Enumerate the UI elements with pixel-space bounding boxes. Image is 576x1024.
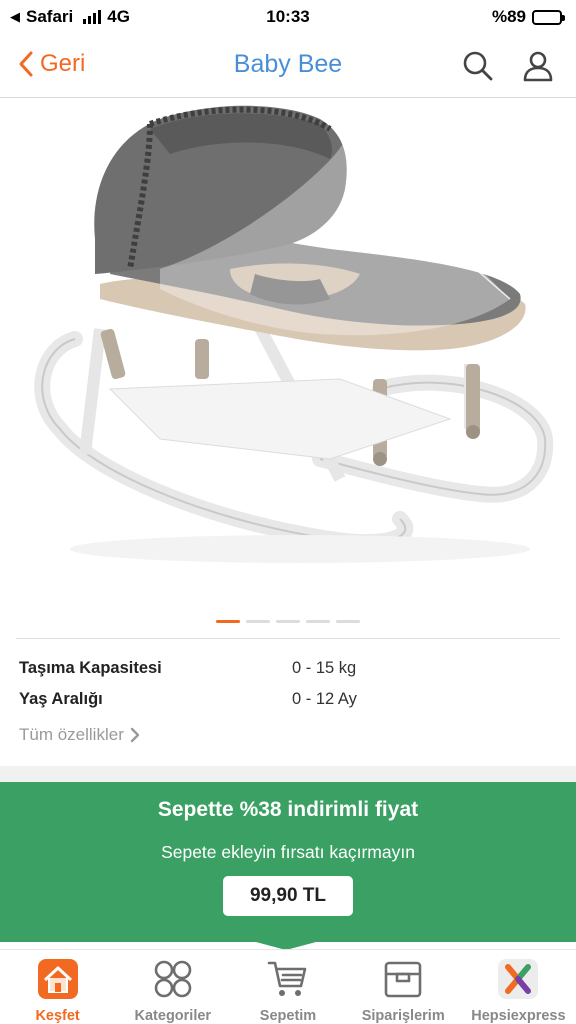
search-button[interactable] [460, 48, 496, 84]
home-icon [37, 958, 79, 1000]
user-icon [523, 51, 553, 82]
account-button[interactable] [520, 48, 556, 84]
tab-hepsiexpress[interactable]: Hepsiexpress [461, 950, 576, 1024]
orders-box-icon [382, 958, 424, 1000]
section-separator [0, 766, 576, 782]
back-button[interactable]: Geri [18, 50, 85, 78]
carousel-indicator[interactable] [0, 620, 576, 623]
carousel-dot[interactable] [336, 620, 360, 623]
status-bar: ◀ Safari 4G 10:33 %89 [0, 0, 576, 34]
divider [16, 638, 560, 639]
carousel-dot[interactable] [276, 620, 300, 623]
spec-label: Taşıma Kapasitesi [19, 659, 162, 677]
spec-value: 0 - 12 Ay [292, 690, 357, 708]
back-label: Geri [40, 50, 86, 77]
tab-label: Kategoriler [134, 1008, 212, 1024]
tab-siparislerim[interactable]: Siparişlerim [346, 950, 461, 1024]
chevron-right-icon [130, 727, 140, 743]
search-icon [463, 51, 493, 81]
carousel-dot[interactable] [306, 620, 330, 623]
battery-icon [532, 9, 565, 25]
tab-sepetim[interactable]: Sepetim [230, 950, 345, 1024]
baby-rocker-image [34, 105, 554, 563]
tab-kesfet[interactable]: Keşfet [0, 950, 115, 1024]
tab-label: Keşfet [35, 1008, 80, 1024]
tab-label: Sepetim [259, 1008, 317, 1024]
spec-row-capacity: Taşıma Kapasitesi 0 - 15 kg [19, 659, 559, 683]
spec-label: Yaş Aralığı [19, 690, 103, 708]
all-specs-label: Tüm özellikler [19, 725, 124, 744]
all-specs-link[interactable]: Tüm özellikler [19, 725, 140, 745]
carousel-dot[interactable] [216, 620, 240, 623]
tab-bar: Keşfet Kategoriler Sepetim Siparişlerim … [0, 949, 576, 1024]
promo-banner[interactable]: Sepette %38 indirimli fiyat Sepete ekley… [0, 782, 576, 942]
spec-row-age: Yaş Aralığı 0 - 12 Ay [19, 690, 559, 714]
promo-price[interactable]: 99,90 TL [223, 876, 353, 916]
tab-label: Hepsiexpress [471, 1008, 566, 1024]
tab-kategoriler[interactable]: Kategoriler [115, 950, 230, 1024]
promo-title: Sepette %38 indirimli fiyat [157, 798, 419, 821]
promo-subtitle: Sepete ekleyin fırsatı kaçırmayın [161, 842, 415, 862]
carousel-dot[interactable] [246, 620, 270, 623]
cart-icon [267, 958, 309, 1000]
categories-icon [152, 958, 194, 1000]
chevron-left-icon [19, 51, 33, 77]
hepsiexpress-icon [497, 958, 539, 1000]
product-image[interactable] [0, 99, 576, 599]
spec-value: 0 - 15 kg [292, 659, 357, 677]
status-time: 10:33 [266, 7, 310, 26]
nav-bar: Geri Baby Bee [0, 34, 576, 98]
nav-actions [460, 48, 556, 84]
tab-label: Siparişlerim [361, 1008, 445, 1024]
